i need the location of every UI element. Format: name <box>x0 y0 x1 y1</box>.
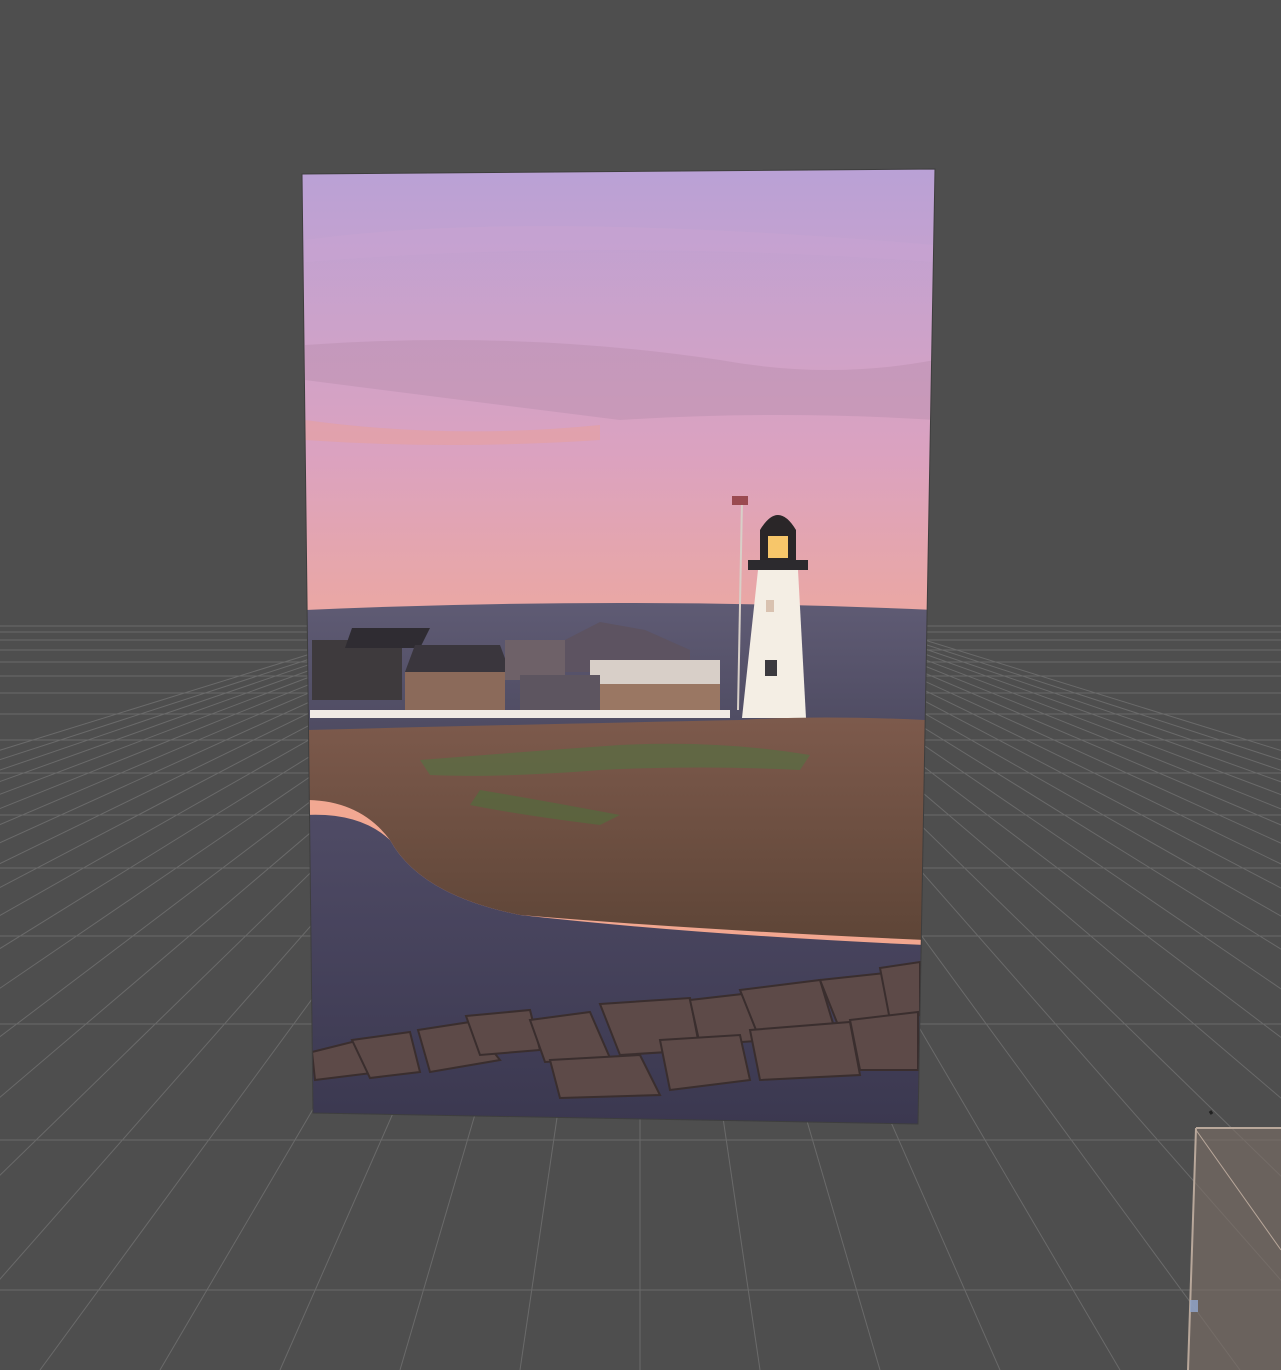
viewport-canvas[interactable] <box>0 0 1281 1370</box>
flag <box>732 496 748 505</box>
photo-plane[interactable] <box>295 165 945 1125</box>
corner-box-object[interactable] <box>1187 1110 1281 1370</box>
3d-viewport[interactable] <box>0 0 1281 1370</box>
